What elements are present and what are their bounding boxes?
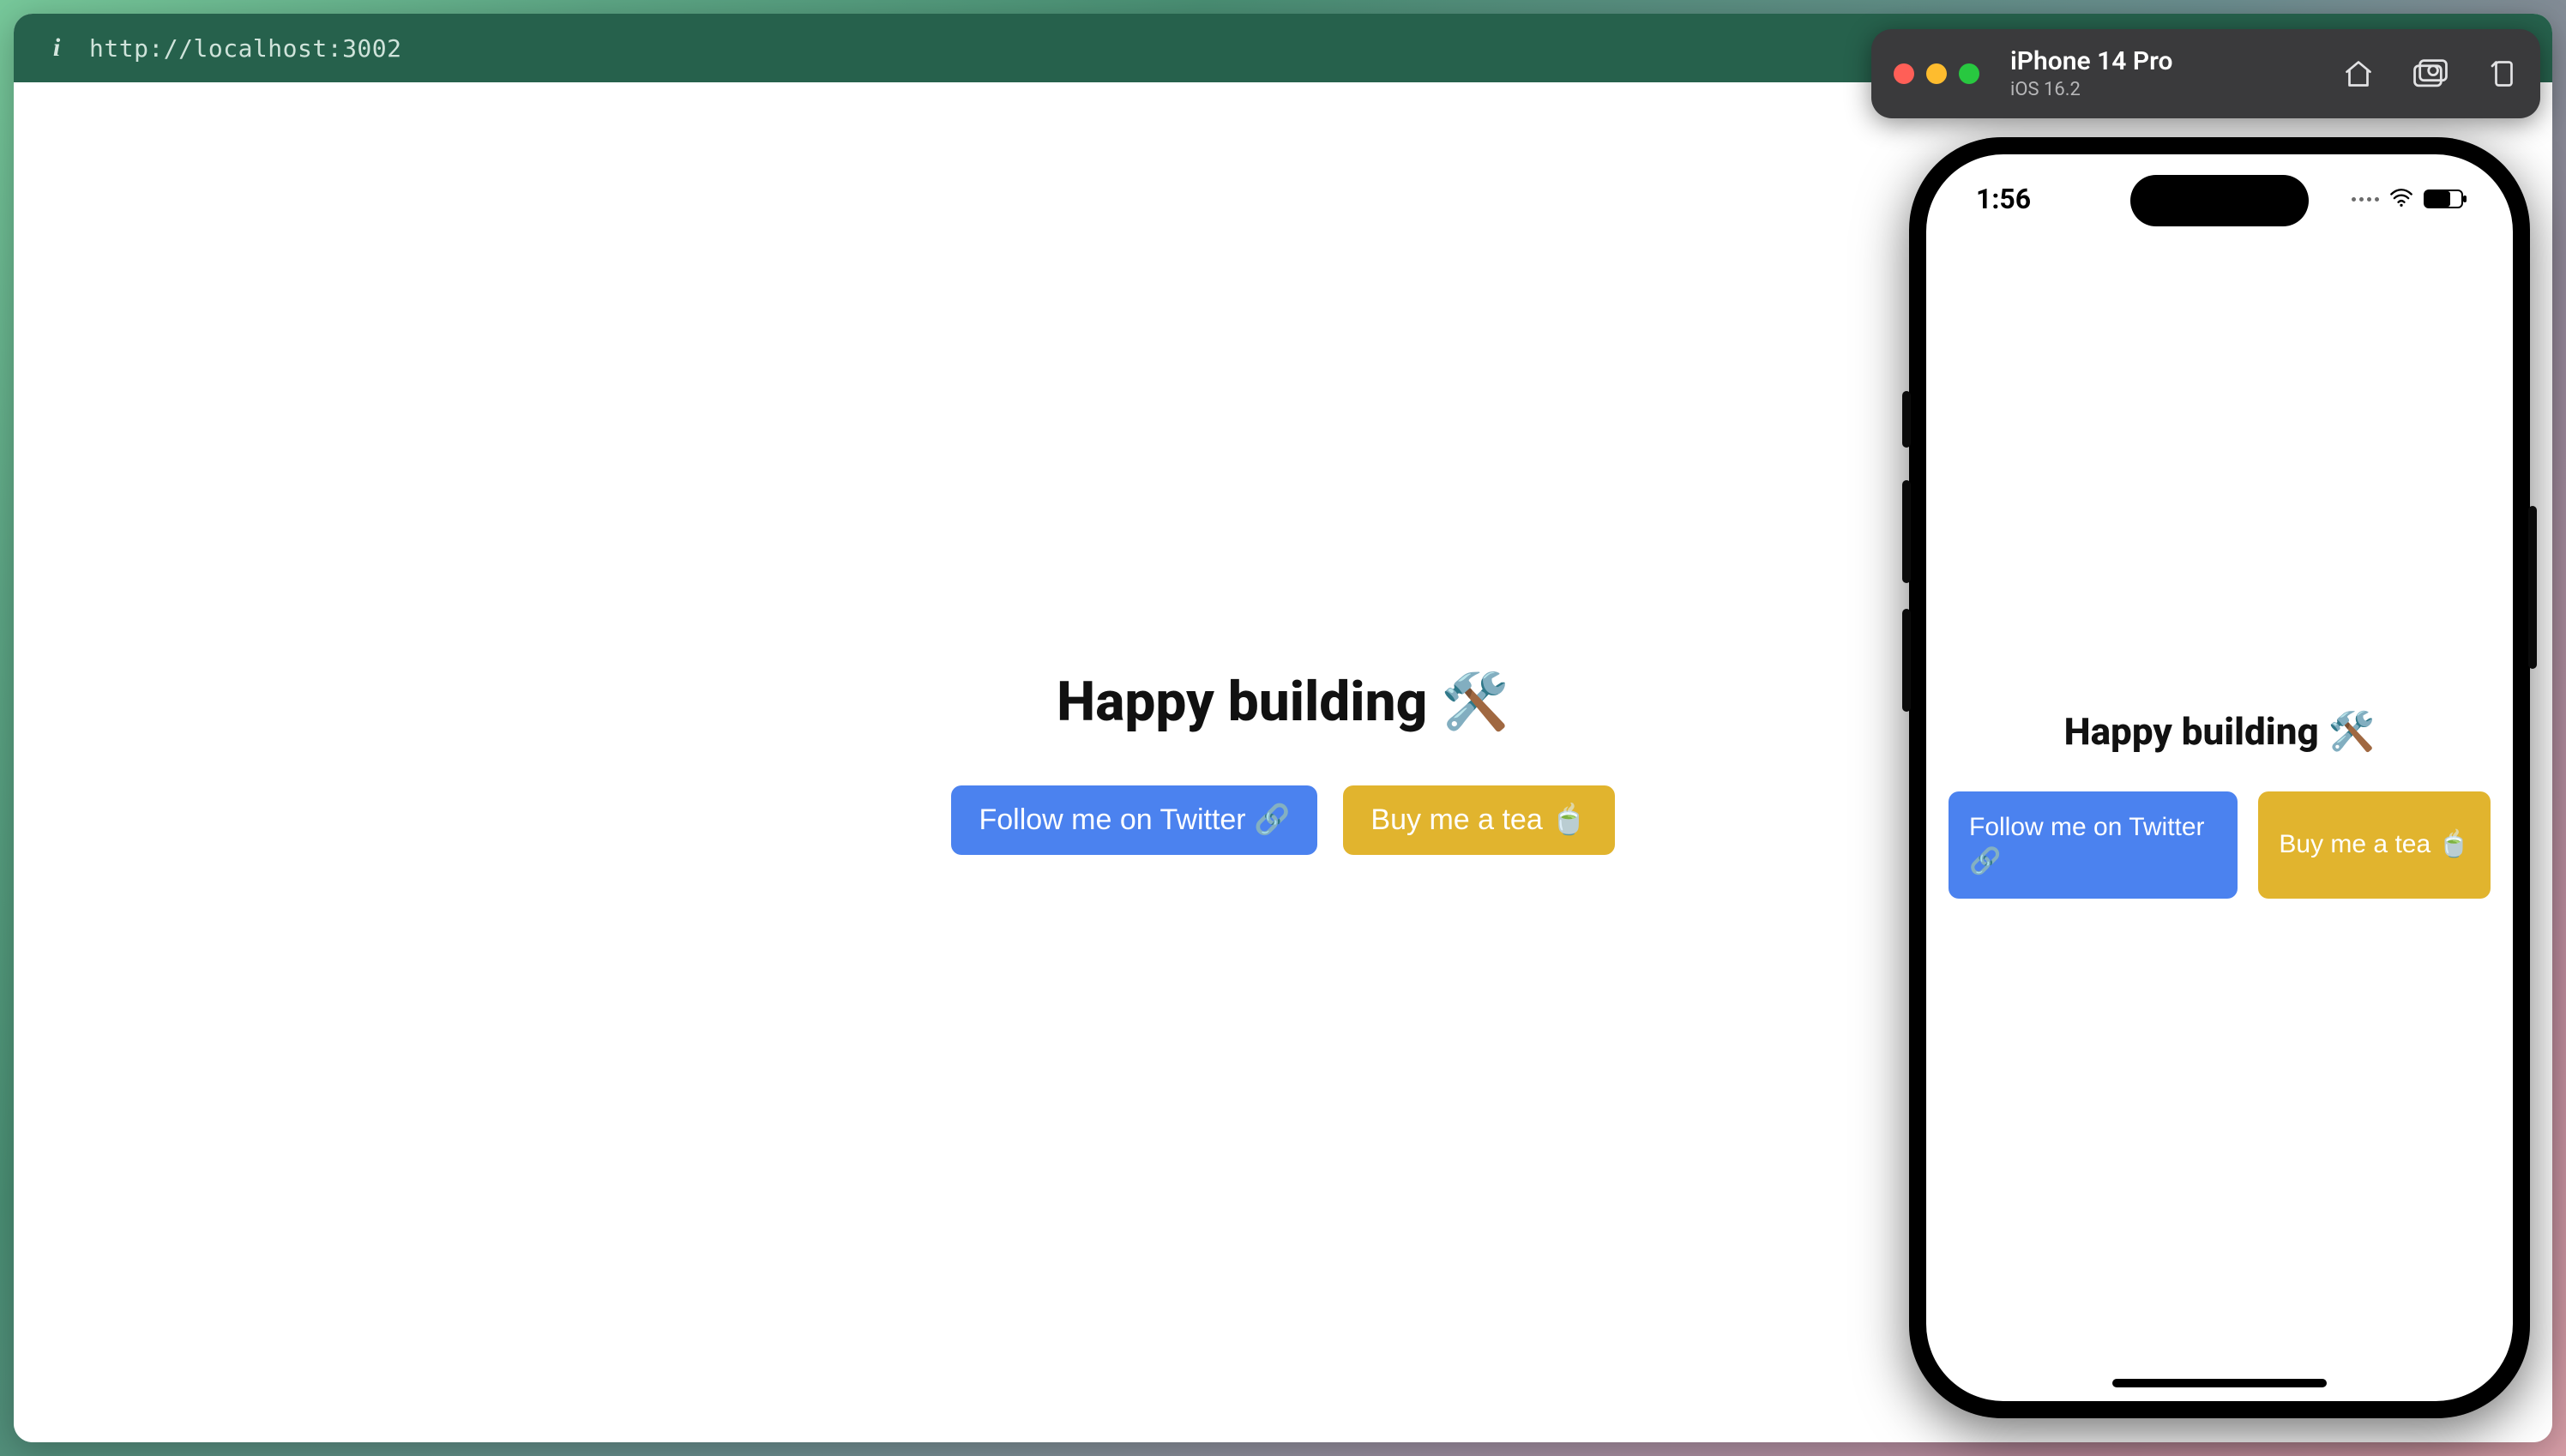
iphone-twitter-button[interactable]: Follow me on Twitter 🔗 — [1949, 791, 2238, 899]
iphone-volume-up[interactable] — [1902, 480, 1911, 583]
iphone-screen: 1:56 Happy building 🛠 — [1926, 154, 2513, 1401]
minimize-window-button[interactable] — [1926, 63, 1947, 84]
status-indicators — [2352, 188, 2463, 210]
page-heading: Happy building 🛠️ — [1057, 670, 1509, 734]
simulator-tools — [2343, 58, 2518, 89]
iphone-buy-tea-button[interactable]: Buy me a tea 🍵 — [2258, 791, 2491, 899]
iphone-heading: Happy building 🛠️ — [2064, 709, 2376, 754]
iphone-volume-down[interactable] — [1902, 609, 1911, 712]
status-time: 1:56 — [1976, 183, 2031, 215]
iphone-simulator: 1:56 Happy building 🛠 — [1909, 137, 2530, 1418]
simulator-title: iPhone 14 Pro iOS 16.2 — [2010, 47, 2172, 100]
button-row: Follow me on Twitter 🔗 Buy me a tea 🍵 — [951, 785, 1614, 855]
buy-tea-button[interactable]: Buy me a tea 🍵 — [1343, 785, 1614, 855]
dynamic-island — [2130, 175, 2309, 226]
battery-icon — [2424, 190, 2463, 208]
home-icon[interactable] — [2343, 58, 2374, 89]
close-window-button[interactable] — [1894, 63, 1914, 84]
zoom-window-button[interactable] — [1959, 63, 1979, 84]
rotate-icon[interactable] — [2487, 58, 2518, 89]
simulator-toolbar: iPhone 14 Pro iOS 16.2 — [1871, 29, 2540, 118]
iphone-mute-switch[interactable] — [1902, 391, 1911, 448]
url-text[interactable]: http://localhost:3002 — [89, 34, 402, 63]
iphone-power-button[interactable] — [2528, 506, 2537, 669]
desktop-background: i http://localhost:3002 Happy building 🛠… — [0, 0, 2566, 1456]
cellular-signal-icon — [2352, 197, 2379, 202]
iphone-viewport: Happy building 🛠️ Follow me on Twitter 🔗… — [1926, 240, 2513, 1367]
iphone-button-row: Follow me on Twitter 🔗 Buy me a tea 🍵 — [1949, 791, 2491, 899]
screenshot-icon[interactable] — [2413, 58, 2448, 89]
home-indicator[interactable] — [2112, 1379, 2327, 1387]
window-controls — [1894, 63, 1979, 84]
simulator-device-label: iPhone 14 Pro — [2010, 47, 2172, 77]
simulator-os-label: iOS 16.2 — [2010, 79, 2172, 100]
twitter-button[interactable]: Follow me on Twitter 🔗 — [951, 785, 1317, 855]
site-info-icon[interactable]: i — [38, 33, 75, 63]
wifi-icon — [2389, 188, 2413, 210]
iphone-body: 1:56 Happy building 🛠 — [1909, 137, 2530, 1418]
